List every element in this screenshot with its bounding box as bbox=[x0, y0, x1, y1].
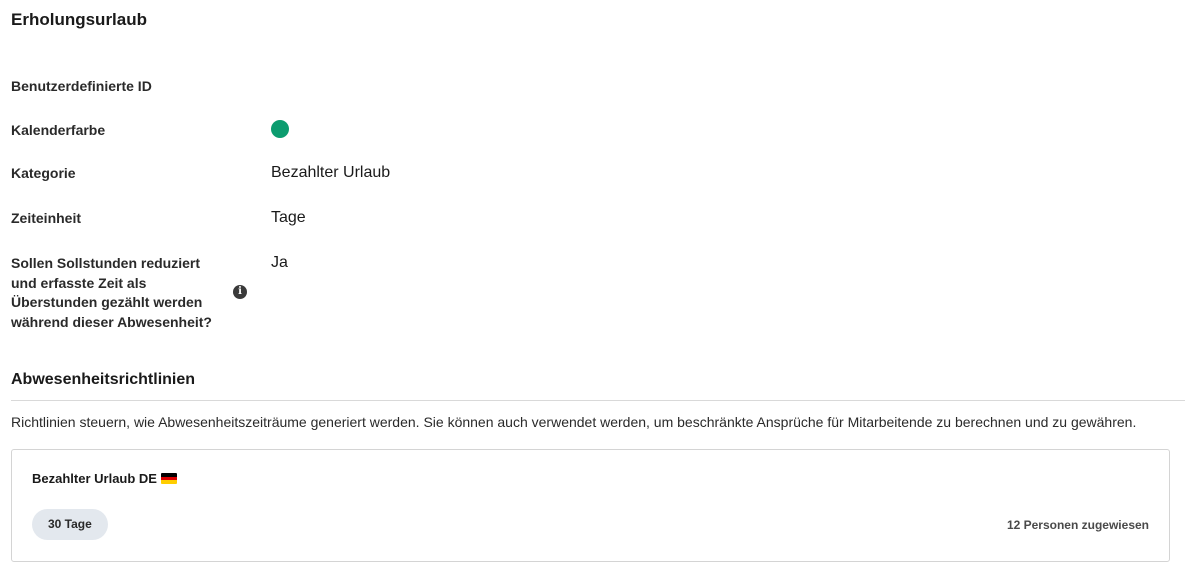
calendar-color-label: Kalenderfarbe bbox=[11, 122, 106, 138]
time-unit-value: Tage bbox=[271, 209, 306, 226]
info-icon[interactable]: i bbox=[233, 285, 247, 299]
policy-name-row: Bezahlter Urlaub DE bbox=[32, 471, 177, 486]
overtime-value: Ja bbox=[271, 254, 288, 271]
entitlement-badge: 30 Tage bbox=[32, 509, 108, 540]
flag-stripe-bottom bbox=[160, 480, 177, 484]
flag-germany-icon bbox=[160, 473, 177, 484]
overtime-label: Sollen Sollstunden reduziert und erfasst… bbox=[11, 255, 212, 330]
policy-card[interactable]: Bezahlter Urlaub DE 30 Tage 12 Personen … bbox=[11, 449, 1170, 562]
policies-description: Richtlinien steuern, wie Abwesenheitszei… bbox=[11, 414, 1137, 430]
time-unit-label: Zeiteinheit bbox=[11, 210, 82, 226]
page-title: Erholungsurlaub bbox=[11, 10, 147, 29]
category-label: Kategorie bbox=[11, 165, 76, 181]
assigned-people-count: 12 Personen zugewiesen bbox=[1006, 518, 1149, 532]
custom-id-label: Benutzerdefinierte ID bbox=[11, 78, 152, 94]
policy-name: Bezahlter Urlaub DE bbox=[32, 471, 157, 486]
policies-section-title: Abwesenheitsrichtlinien bbox=[11, 371, 196, 388]
calendar-color-dot bbox=[271, 120, 289, 138]
section-divider bbox=[11, 400, 1185, 401]
category-value: Bezahlter Urlaub bbox=[271, 164, 391, 181]
